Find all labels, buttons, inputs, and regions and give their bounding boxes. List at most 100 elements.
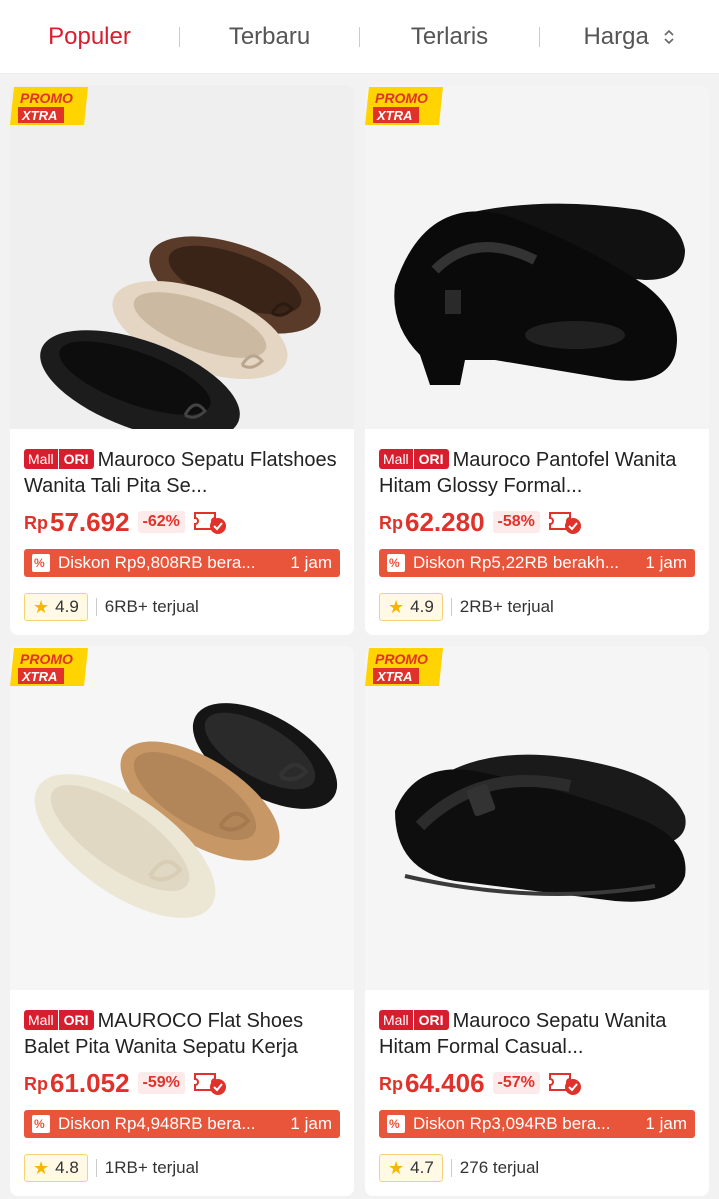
price: 61.052 [50,1067,130,1098]
tab-harga[interactable]: Harga [540,23,719,51]
tab-label: Harga [583,22,649,50]
rating-value: 4.9 [410,597,434,616]
svg-text:XTRA: XTRA [21,108,57,123]
product-title[interactable]: Mall ORI Mauroco Sepatu Wanita Hitam Forma… [379,1008,699,1060]
mall-ori-badge: Mall ORI [24,449,94,469]
product-card[interactable]: PROMO XTRA Mall ORI MAUROCO Flat Shoes Bal… [10,646,354,1196]
sold-count: 2RB+ terjual [459,597,554,616]
flash-discount-bar[interactable]: % Diskon Rp4,948RB bera... 1 jam [24,1110,340,1138]
star-icon: ★ [33,596,50,617]
sort-bar: Populer Terbaru Terlaris Harga [0,0,719,74]
price: 64.406 [405,1067,485,1098]
star-icon: ★ [33,1157,50,1178]
discount-tag-icon: % [387,1115,405,1133]
price: 62.280 [405,506,485,537]
coupon-check-icon [548,1073,581,1095]
coupon-check-icon [548,512,581,534]
svg-text:PROMO: PROMO [20,651,73,667]
sold-count: 276 terjual [459,1158,540,1177]
flash-time: 1 jam [645,553,687,572]
shoe-image [365,85,709,429]
flash-discount-bar[interactable]: % Diskon Rp3,094RB bera... 1 jam [379,1110,695,1138]
shoe-image [365,646,709,990]
mall-ori-badge: Mall ORI [379,1010,449,1030]
price-row: Rp 61.052 -59% [24,1066,344,1100]
promo-xtra-badge: PROMO XTRA [10,87,88,125]
meta-row: ★ 4.8 1RB+ terjual [24,1154,344,1182]
product-card[interactable]: PROMO XTRA Mall ORI Mauroco Pantofel Wanit… [365,85,709,635]
svg-text:XTRA: XTRA [376,669,412,684]
mall-ori-badge: Mall ORI [379,449,449,469]
meta-row: ★ 4.9 6RB+ terjual [24,593,344,621]
promo-xtra-badge: PROMO XTRA [365,87,443,125]
promo-xtra-badge: PROMO XTRA [10,648,88,686]
flash-time: 1 jam [290,1114,332,1133]
rating-badge: ★ 4.9 [379,593,443,621]
discount-tag-icon: % [32,554,50,572]
tab-label: Populer [48,22,131,50]
price-currency: Rp [24,1074,48,1094]
shoe-image [10,646,354,990]
rating-value: 4.8 [55,1158,79,1177]
price-row: Rp 57.692 -62% [24,505,344,539]
discount-badge: -57% [492,1072,540,1094]
shoe-image [10,85,354,429]
product-title[interactable]: Mall ORI Mauroco Sepatu Flatshoes Wanita T… [24,447,344,499]
product-image[interactable]: PROMO XTRA [10,646,354,990]
discount-badge: -58% [492,511,540,533]
product-image[interactable]: PROMO XTRA [365,646,709,990]
price: 57.692 [50,506,130,537]
tab-terlaris[interactable]: Terlaris [360,23,539,51]
coupon-check-icon [193,512,226,534]
product-card[interactable]: PROMO XTRA Mall ORI Mauroco Sepatu Flatsho… [10,85,354,635]
svg-text:PROMO: PROMO [375,90,428,106]
flash-text: Diskon Rp9,808RB bera... [58,553,256,572]
flash-discount-bar[interactable]: % Diskon Rp9,808RB bera... 1 jam [24,549,340,577]
discount-tag-icon: % [32,1115,50,1133]
product-card[interactable]: PROMO XTRA Mall ORI Mauroco Sepatu Wanita … [365,646,709,1196]
flash-time: 1 jam [290,553,332,572]
tab-label: Terbaru [228,22,311,50]
product-title[interactable]: Mall ORI MAUROCO Flat Shoes Balet Pita Wan… [24,1008,344,1060]
divider [95,598,97,616]
product-info: Mall ORI Mauroco Pantofel Wanita Hitam Glo… [379,447,699,621]
svg-text:XTRA: XTRA [376,108,412,123]
product-info: Mall ORI MAUROCO Flat Shoes Balet Pita Wan… [24,1008,344,1182]
flash-text: Diskon Rp5,22RB berakh... [413,553,619,572]
rating-value: 4.7 [410,1158,434,1177]
tab-label: Terlaris [410,22,489,50]
rating-badge: ★ 4.9 [24,593,88,621]
svg-text:PROMO: PROMO [375,651,428,667]
price-row: Rp 62.280 -58% [379,505,699,539]
discount-badge: -62% [137,511,185,533]
divider [450,598,452,616]
discount-badge: -59% [137,1072,185,1094]
price-currency: Rp [379,1074,403,1094]
product-info: Mall ORI Mauroco Sepatu Wanita Hitam Forma… [379,1008,699,1182]
price-currency: Rp [379,513,403,533]
product-title[interactable]: Mall ORI Mauroco Pantofel Wanita Hitam Glo… [379,447,699,499]
star-icon: ★ [388,1157,405,1178]
rating-value: 4.9 [55,597,79,616]
sold-count: 1RB+ terjual [104,1158,199,1177]
promo-xtra-badge: PROMO XTRA [365,648,443,686]
divider [450,1159,452,1177]
mall-ori-badge: Mall ORI [24,1010,94,1030]
sort-arrows-icon [663,30,674,45]
rating-badge: ★ 4.8 [24,1154,88,1182]
flash-text: Diskon Rp4,948RB bera... [58,1114,256,1133]
svg-text:XTRA: XTRA [21,669,57,684]
tab-populer[interactable]: Populer [0,23,179,51]
meta-row: ★ 4.7 276 terjual [379,1154,699,1182]
product-image[interactable]: PROMO XTRA [10,85,354,429]
flash-text: Diskon Rp3,094RB bera... [413,1114,611,1133]
sold-count: 6RB+ terjual [104,597,199,616]
star-icon: ★ [388,596,405,617]
tab-terbaru[interactable]: Terbaru [180,23,359,51]
product-image[interactable]: PROMO XTRA [365,85,709,429]
price-row: Rp 64.406 -57% [379,1066,699,1100]
flash-discount-bar[interactable]: % Diskon Rp5,22RB berakh... 1 jam [379,549,695,577]
discount-tag-icon: % [387,554,405,572]
svg-text:PROMO: PROMO [20,90,73,106]
price-currency: Rp [24,513,48,533]
